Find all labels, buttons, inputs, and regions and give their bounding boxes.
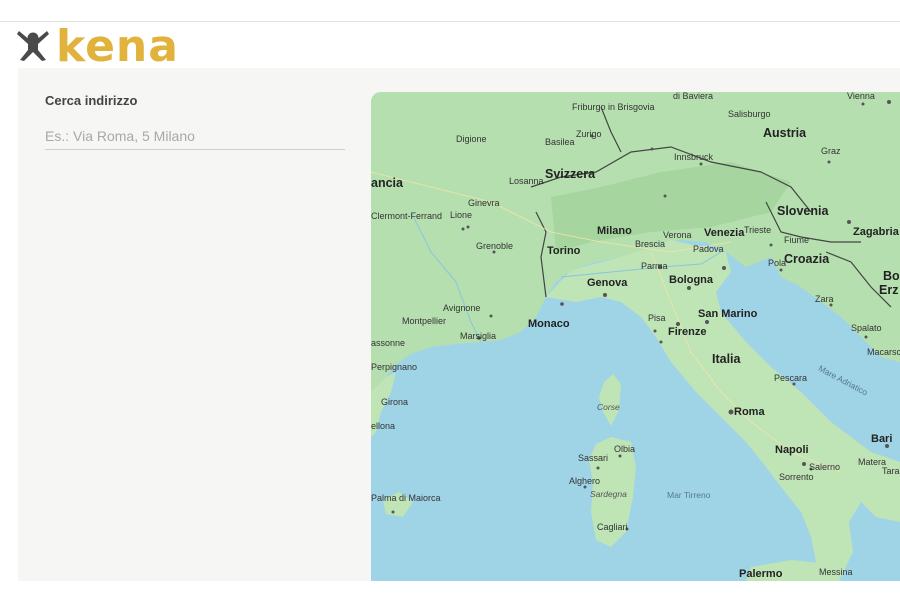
label-alghero: Alghero (569, 476, 601, 486)
label-clermont: Clermont-Ferrand (371, 211, 443, 221)
label-taranto: Tara (882, 466, 900, 476)
label-svizzera: Svizzera (545, 167, 596, 181)
label-digione: Digione (456, 134, 487, 144)
label-friburgo: Friburgo in Brisgovia (572, 102, 655, 112)
label-corse: Corse (597, 402, 620, 412)
label-firenze: Firenze (668, 326, 707, 338)
label-zurigo: Zurigo (576, 129, 602, 139)
label-innsbruck: Innsbruck (674, 152, 714, 162)
label-slovenia: Slovenia (777, 204, 829, 218)
label-pola: Pola (768, 258, 787, 268)
label-ginevra: Ginevra (468, 198, 500, 208)
label-genova: Genova (587, 277, 628, 289)
label-avignone: Avignone (443, 303, 481, 313)
label-pescara: Pescara (774, 373, 808, 383)
label-torino: Torino (547, 245, 581, 257)
label-olbia: Olbia (614, 444, 636, 454)
label-fiume: Fiume (784, 235, 810, 245)
label-baviera: di Baviera (673, 92, 714, 101)
label-carcassonne: assonne (371, 338, 406, 348)
label-bologna: Bologna (669, 274, 713, 286)
label-losanna: Losanna (509, 176, 544, 186)
label-macarsca: Macarsc (867, 347, 900, 357)
label-sardegna: Sardegna (590, 489, 627, 499)
label-parma: Parma (641, 261, 668, 271)
label-sassari: Sassari (578, 453, 609, 463)
label-zara: Zara (815, 294, 834, 304)
logo-wordmark: kena (56, 21, 179, 72)
label-basilea: Basilea (545, 137, 575, 147)
label-venezia: Venezia (704, 227, 745, 239)
label-san-marino: San Marino (698, 308, 758, 320)
label-messina: Messina (819, 567, 853, 577)
label-graz: Graz (821, 146, 841, 156)
person-mascot-icon (16, 28, 50, 67)
label-milano: Milano (597, 225, 632, 237)
label-perpignano: Perpignano (371, 362, 418, 372)
label-bari: Bari (871, 433, 893, 445)
label-grenoble: Grenoble (476, 241, 514, 251)
label-marsiglia: Marsiglia (460, 331, 497, 341)
label-pisa: Pisa (648, 313, 666, 323)
label-croazia: Croazia (784, 252, 830, 266)
label-palermo: Palermo (739, 568, 783, 580)
label-salerno: Salerno (809, 462, 841, 472)
label-spalato: Spalato (851, 323, 882, 333)
label-trieste: Trieste (744, 225, 772, 235)
label-austria: Austria (763, 126, 807, 140)
label-girona: Girona (381, 397, 409, 407)
label-napoli: Napoli (775, 444, 809, 456)
address-search-input[interactable] (45, 123, 345, 150)
label-zagabria: Zagabria (853, 226, 899, 238)
map-canvas (371, 92, 900, 581)
label-montpellier: Montpellier (402, 316, 447, 326)
label-padova: Padova (693, 244, 724, 254)
label-erzegovina: Erz (879, 283, 899, 297)
label-sorrento: Sorrento (779, 472, 814, 482)
label-roma: Roma (734, 406, 765, 418)
label-cagliari: Cagliari (597, 522, 628, 532)
label-verona: Verona (663, 230, 692, 240)
store-locator-panel: Cerca indirizzo Es.: Via Roma, 5 Milano … (18, 68, 900, 581)
label-lione: Lione (450, 210, 473, 220)
label-palma: Palma di Maiorca (371, 493, 441, 503)
label-barcellona: ellona (371, 421, 396, 431)
label-vienna: Vienna (847, 92, 875, 101)
label-francia: ancia (371, 176, 403, 190)
label-mar-tirreno: Mar Tirreno (667, 490, 711, 500)
label-italia: Italia (712, 352, 741, 366)
kena-logo[interactable]: kena (16, 21, 179, 72)
label-brescia: Brescia (635, 239, 666, 249)
map-view[interactable]: Svizzera Austria Slovenia Croazia Italia… (371, 92, 900, 581)
label-bosnia: Bo (883, 269, 900, 283)
label-monaco: Monaco (528, 318, 570, 330)
label-salisburgo: Salisburgo (728, 109, 771, 119)
search-label: Cerca indirizzo (45, 93, 138, 108)
